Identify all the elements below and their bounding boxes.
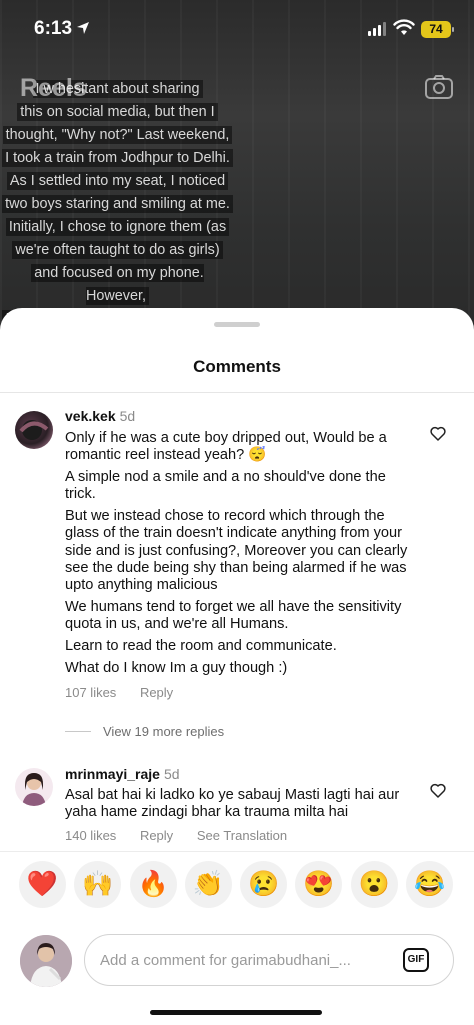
view-more-replies[interactable]: View 19 more replies — [65, 724, 224, 739]
battery-indicator: 74 — [421, 21, 454, 38]
caption-line: thought, "Why not?" Last weekend, — [2, 126, 233, 144]
cellular-signal-icon — [368, 22, 386, 36]
comment-paragraph: But we instead chose to record which thr… — [65, 508, 408, 594]
emoji-surprised-button[interactable]: 😮 — [350, 861, 398, 908]
reels-title: Reels — [20, 74, 87, 102]
reply-button[interactable]: Reply — [140, 828, 173, 843]
caption-line: we're often taught to do as girls) — [12, 241, 223, 259]
comment-age: 5d — [163, 766, 180, 782]
comment-username[interactable]: mrinmayi_raje — [65, 766, 160, 782]
emoji-laughing-button[interactable]: 😂 — [406, 861, 454, 908]
status-time: 6:13 — [34, 18, 73, 39]
view-more-label: View 19 more replies — [103, 724, 225, 739]
location-arrow-icon — [76, 21, 90, 38]
comment-paragraph: What do I know Im a guy though :) — [65, 660, 288, 677]
gif-button[interactable]: GIF — [403, 948, 429, 972]
wifi-icon — [393, 19, 415, 42]
comment-age: 5d — [119, 408, 136, 424]
see-translation-button[interactable]: See Translation — [197, 828, 287, 843]
comment-username[interactable]: vek.kek — [65, 408, 116, 424]
emoji-heart-button[interactable]: ❤️ — [19, 861, 66, 908]
reply-button[interactable]: Reply — [140, 685, 173, 700]
emoji-raised-hands-button[interactable]: 🙌 — [74, 861, 122, 908]
sheet-title: Comments — [193, 357, 281, 376]
comment-input[interactable] — [100, 935, 390, 985]
comment-paragraph: We humans tend to forget we all have the… — [65, 599, 402, 633]
caption-line: As I settled into my seat, I noticed — [6, 172, 229, 190]
emoji-heart-eyes-button[interactable]: 😍 — [295, 861, 343, 908]
caption-line: I took a train from Jodhpur to Delhi. — [2, 149, 233, 167]
sheet-grabber[interactable] — [214, 322, 260, 327]
my-avatar — [20, 935, 72, 987]
caption-line: two boys staring and smiling at me. — [2, 195, 233, 213]
divider — [0, 392, 474, 393]
emoji-clap-button[interactable]: 👏 — [184, 861, 232, 908]
reel-caption: I w hesitant about sharing this on social… — [0, 78, 235, 330]
likes-count[interactable]: 107 likes — [65, 685, 116, 700]
emoji-reaction-bar: ❤️ 🙌 🔥 👏 😢 😍 😮 😂 — [19, 861, 454, 908]
emoji-crying-button[interactable]: 😢 — [240, 861, 288, 908]
home-indicator — [150, 1010, 322, 1015]
comment-paragraph: Learn to read the room and communicate. — [65, 638, 337, 655]
caption-line: Initially, I chose to ignore them (as — [5, 218, 230, 236]
avatar[interactable] — [15, 411, 53, 449]
comment-paragraph: A simple nod a smile and a no should've … — [65, 469, 386, 503]
divider — [0, 851, 474, 852]
emoji-fire-button[interactable]: 🔥 — [129, 861, 177, 908]
avatar[interactable] — [15, 768, 53, 806]
likes-count[interactable]: 140 likes — [65, 828, 116, 843]
comment-text: Asal bat hai ki ladko ko ye sabauj Masti… — [65, 787, 420, 822]
comment-input-wrapper: GIF — [84, 934, 454, 986]
camera-icon[interactable] — [424, 74, 454, 100]
status-bar: 6:13 74 — [0, 0, 474, 60]
comments-sheet: Comments vek.kek 5d Only if he was a cute… — [0, 308, 474, 1025]
caption-line: this on social media, but then I — [17, 103, 218, 121]
comment-composer: GIF — [0, 920, 474, 1000]
comment-paragraph: Asal bat hai ki ladko ko ye sabauj Masti… — [65, 787, 400, 821]
like-heart-icon[interactable] — [430, 783, 446, 803]
comment-text: Only if he was a cute boy dripped out, W… — [65, 430, 420, 677]
comment-paragraph: Only if he was a cute boy dripped out, W… — [65, 430, 387, 464]
like-heart-icon[interactable] — [430, 426, 446, 446]
caption-line: and focused on my phone. However, — [31, 264, 204, 305]
